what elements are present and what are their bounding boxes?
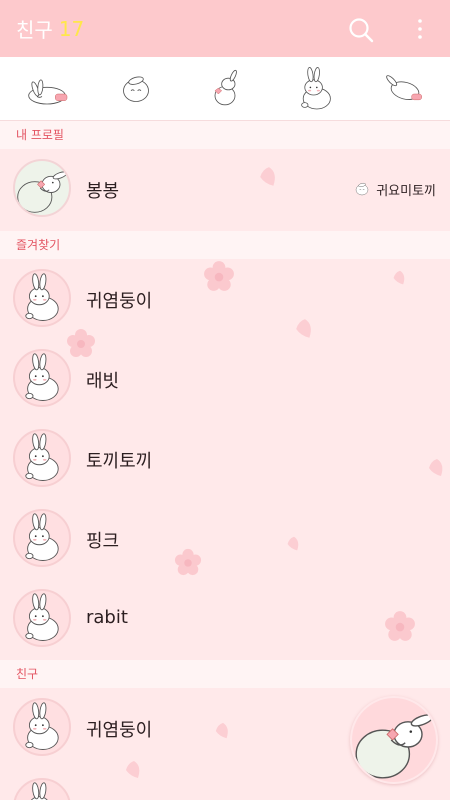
bunny-jump-icon [380,65,430,113]
list-item[interactable]: rabit [0,579,450,659]
avatar[interactable] [13,269,71,327]
friend-name: 래빗 [86,371,120,392]
avatar[interactable] [13,589,71,647]
avatar[interactable] [13,778,71,800]
bunny-sitting-icon [15,511,69,565]
bunny-flower-icon [352,698,436,782]
list-item[interactable]: 토끼토끼 [0,419,450,499]
tab-friends[interactable] [22,65,72,113]
header-title: 친구 [16,18,53,42]
friend-name: rabit [86,607,128,628]
list-item[interactable]: 핑크 [0,499,450,579]
floating-action-button[interactable] [350,696,438,784]
section-header-my-profile: 내 프로필 [0,121,450,149]
friend-name: 핑크 [86,531,120,552]
status-message: 귀요미토끼 [350,179,436,199]
tab-more[interactable] [291,65,341,113]
avatar[interactable] [13,698,71,756]
avatar[interactable] [13,509,71,567]
bunny-lying-icon [22,65,72,113]
tab-settings[interactable] [380,65,430,113]
section-header-favorites: 즐겨찾기 [0,231,450,259]
list-item[interactable]: 래빗 [0,339,450,419]
avatar[interactable] [13,159,71,217]
friend-name: 귀염둥이 [86,720,153,741]
bunny-sitting-icon [15,351,69,405]
friend-name: 토끼토끼 [86,451,153,472]
tab-bar [0,57,450,121]
search-icon[interactable] [348,17,374,43]
bunny-sitting-icon [15,780,69,800]
section-header-friends: 친구 [0,660,450,688]
bunny-sitting-icon [15,431,69,485]
friend-count: 17 [58,16,85,41]
bunny-sitting-icon [15,271,69,325]
status-message-text: 귀요미토끼 [376,183,436,199]
bunny-face-icon [111,65,161,113]
tab-sharp[interactable] [200,65,250,113]
tab-chats[interactable] [111,65,161,113]
bunny-heart-icon [200,65,250,113]
friend-name: 귀염둥이 [86,291,153,312]
avatar[interactable] [13,429,71,487]
list-item[interactable]: 귀염둥이 [0,259,450,339]
avatar[interactable] [13,349,71,407]
app-header: 친구 17 [0,0,450,57]
bunny-face-icon [350,179,374,199]
my-profile-row[interactable]: 봉봉 귀요미토끼 [0,149,450,229]
profile-name: 봉봉 [86,181,120,202]
more-vertical-icon[interactable] [410,16,430,42]
bunny-sitting-icon [15,591,69,645]
bunny-sitting-icon [15,700,69,754]
bunny-sitting-icon [291,65,341,113]
bunny-flower-icon [15,161,69,215]
